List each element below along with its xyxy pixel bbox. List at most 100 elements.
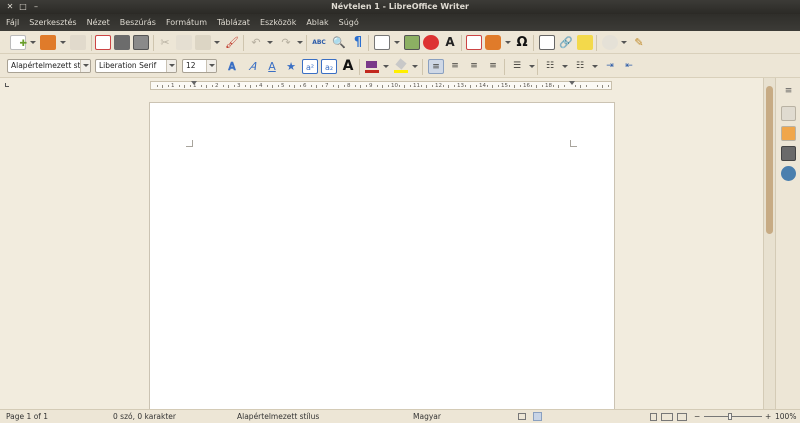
align-center-icon[interactable]: ≡	[447, 59, 463, 74]
insert-field-icon[interactable]	[485, 35, 501, 50]
sidebar-menu-icon[interactable]: ≡	[781, 84, 796, 99]
single-page-view-icon[interactable]	[650, 413, 657, 421]
redo-icon[interactable]: ↷	[278, 35, 294, 50]
insert-mode-icon[interactable]	[518, 413, 526, 420]
line-spacing-dropdown-arrow[interactable]	[529, 65, 535, 68]
font-color-dropdown-arrow[interactable]	[383, 65, 389, 68]
properties-wrench-icon[interactable]	[781, 106, 796, 121]
underline-icon[interactable]: A	[264, 59, 280, 74]
numbered-dropdown-arrow[interactable]	[592, 65, 598, 68]
horizontal-ruler[interactable]: 1 1 2 3 4 5 6 7 8 9 10 11 12 13 14 15 16 18	[150, 81, 612, 90]
undo-dropdown-arrow[interactable]	[267, 41, 273, 44]
insert-table-icon[interactable]	[374, 35, 390, 50]
zoom-slider[interactable]	[704, 416, 762, 417]
multi-page-view-icon[interactable]	[661, 413, 673, 421]
align-left-icon[interactable]: ≡	[428, 59, 444, 74]
highlight-color-icon[interactable]	[393, 58, 409, 74]
bullet-dropdown-arrow[interactable]	[562, 65, 568, 68]
draw-functions-icon[interactable]: ✎	[631, 35, 647, 50]
menu-edit[interactable]: Szerkesztés	[29, 14, 76, 31]
zoom-out-button[interactable]: −	[694, 410, 700, 423]
menu-insert[interactable]: Beszúrás	[120, 14, 156, 31]
insert-page-break-icon[interactable]	[466, 35, 482, 50]
chevron-down-icon[interactable]	[80, 60, 90, 72]
decrease-indent-icon[interactable]: ⇤	[621, 59, 637, 74]
field-dropdown-arrow[interactable]	[505, 41, 511, 44]
print-icon[interactable]	[114, 35, 130, 50]
redo-dropdown-arrow[interactable]	[297, 41, 303, 44]
print-preview-icon[interactable]	[133, 35, 149, 50]
scrollbar-thumb[interactable]	[766, 86, 773, 234]
clone-formatting-icon[interactable]: 🖌	[224, 35, 240, 50]
new-document-icon[interactable]: ✚	[10, 35, 27, 50]
page-style[interactable]: Alapértelmezett stílus	[237, 410, 319, 423]
cut-icon[interactable]: ✂	[157, 35, 173, 50]
right-indent-marker[interactable]	[569, 81, 575, 85]
bullet-list-icon[interactable]: ☷	[542, 59, 558, 74]
insert-comment-icon[interactable]	[577, 35, 593, 50]
zoom-in-button[interactable]: +	[765, 410, 771, 423]
zoom-slider-handle[interactable]	[728, 413, 732, 420]
paste-icon[interactable]	[195, 35, 211, 50]
menu-help[interactable]: Súgó	[339, 14, 359, 31]
styles-icon[interactable]	[781, 126, 796, 141]
line-spacing-icon[interactable]: ☰	[509, 59, 525, 74]
page-count[interactable]: Page 1 of 1	[6, 410, 48, 423]
shadow-icon[interactable]: ★	[283, 59, 299, 74]
vertical-scrollbar[interactable]	[763, 78, 775, 409]
gallery-icon[interactable]	[781, 146, 796, 161]
new-dropdown-arrow[interactable]	[30, 41, 36, 44]
shapes-dropdown-arrow[interactable]	[621, 41, 627, 44]
left-indent-marker[interactable]	[191, 81, 197, 85]
document-page[interactable]	[149, 102, 615, 409]
chevron-down-icon[interactable]	[166, 60, 176, 72]
undo-icon[interactable]: ↶	[248, 35, 264, 50]
selection-mode-icon[interactable]	[533, 412, 542, 421]
menu-file[interactable]: Fájl	[6, 14, 19, 31]
tab-stop-type-icon[interactable]	[5, 83, 9, 87]
open-folder-icon[interactable]	[40, 35, 56, 50]
highlight-dropdown-arrow[interactable]	[412, 65, 418, 68]
basic-shapes-icon[interactable]	[602, 35, 618, 50]
menu-tools[interactable]: Eszközök	[260, 14, 296, 31]
menu-format[interactable]: Formátum	[166, 14, 207, 31]
numbered-list-icon[interactable]: ☷	[572, 59, 588, 74]
word-count[interactable]: 0 szó, 0 karakter	[113, 410, 176, 423]
find-replace-icon[interactable]: 🔍	[331, 35, 347, 50]
align-right-icon[interactable]: ≡	[466, 59, 482, 74]
fontwork-icon[interactable]: A	[442, 35, 458, 50]
superscript-icon[interactable]: a²	[302, 59, 318, 74]
window-title: Névtelen 1 - LibreOffice Writer	[331, 2, 469, 11]
copy-icon[interactable]	[176, 35, 192, 50]
increase-indent-icon[interactable]: ⇥	[602, 59, 618, 74]
font-color-icon[interactable]	[364, 59, 380, 74]
export-pdf-icon[interactable]	[95, 35, 111, 50]
save-icon[interactable]	[70, 35, 86, 50]
paragraph-style-combo[interactable]: Alapértelmezett st	[7, 59, 91, 73]
font-size-combo[interactable]: 12	[182, 59, 217, 73]
spellcheck-icon[interactable]: ABC	[311, 35, 327, 50]
insert-hyperlink-icon[interactable]: 🔗	[558, 35, 574, 50]
paste-dropdown-arrow[interactable]	[214, 41, 220, 44]
book-view-icon[interactable]	[677, 413, 687, 421]
bold-icon[interactable]: 𝐀	[224, 59, 240, 74]
language[interactable]: Magyar	[413, 410, 441, 423]
navigator-icon[interactable]	[781, 166, 796, 181]
special-character-icon[interactable]: Ω	[514, 35, 530, 50]
zoom-level[interactable]: 100%	[775, 410, 796, 423]
insert-image-icon[interactable]	[404, 35, 420, 50]
insert-chart-icon[interactable]	[423, 35, 439, 50]
chevron-down-icon[interactable]	[206, 60, 216, 72]
table-dropdown-arrow[interactable]	[394, 41, 400, 44]
italic-icon[interactable]: 𝐴	[244, 59, 260, 74]
justify-icon[interactable]: ≡	[485, 59, 501, 74]
open-dropdown-arrow[interactable]	[60, 41, 66, 44]
menu-window[interactable]: Ablak	[306, 14, 328, 31]
font-name-combo[interactable]: Liberation Serif	[95, 59, 177, 73]
insert-footnote-icon[interactable]	[539, 35, 555, 50]
subscript-icon[interactable]: a₂	[321, 59, 337, 74]
formatting-marks-icon[interactable]: ¶	[350, 35, 366, 50]
menu-table[interactable]: Táblázat	[217, 14, 250, 31]
menu-view[interactable]: Nézet	[87, 14, 110, 31]
font-color-letter-icon[interactable]: A	[340, 59, 356, 74]
